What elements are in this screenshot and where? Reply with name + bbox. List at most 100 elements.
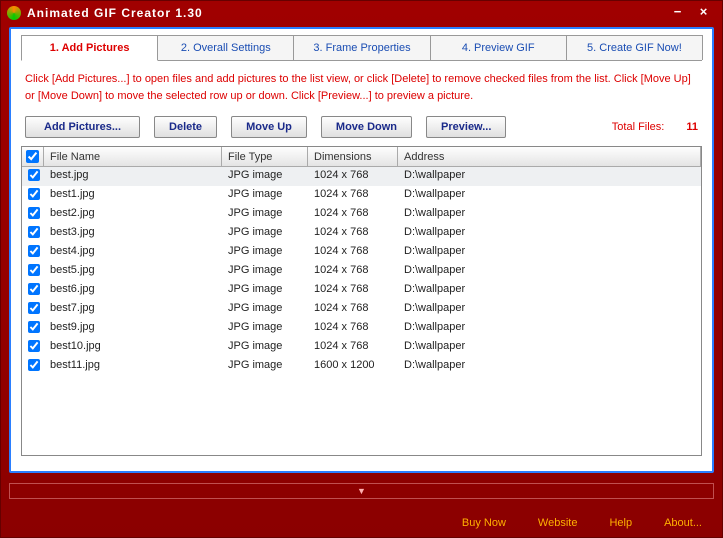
cell-filetype: JPG image [222, 301, 308, 318]
table-body: best.jpgJPG image1024 x 768D:\wallpaperb… [22, 167, 701, 455]
cell-filetype: JPG image [222, 206, 308, 223]
about-link[interactable]: About... [664, 517, 702, 529]
cell-filetype: JPG image [222, 282, 308, 299]
cell-filename: best6.jpg [44, 282, 222, 299]
table-row[interactable]: best7.jpgJPG image1024 x 768D:\wallpaper [22, 300, 701, 319]
cell-filetype: JPG image [222, 168, 308, 185]
row-checkbox[interactable] [28, 302, 40, 314]
select-all-checkbox[interactable] [26, 150, 39, 163]
title-text: Animated GIF Creator 1.30 [27, 6, 664, 20]
tab-bar: 1. Add Pictures2. Overall Settings3. Fra… [21, 35, 702, 61]
cell-filename: best11.jpg [44, 358, 222, 375]
cell-dimensions: 1024 x 768 [308, 187, 398, 204]
cell-filename: best7.jpg [44, 301, 222, 318]
header-address[interactable]: Address [398, 147, 701, 166]
cell-filetype: JPG image [222, 339, 308, 356]
row-checkbox[interactable] [28, 207, 40, 219]
row-checkbox-cell [22, 187, 44, 204]
row-checkbox-cell [22, 301, 44, 318]
cell-address: D:\wallpaper [398, 206, 701, 223]
table-row[interactable]: best11.jpgJPG image1600 x 1200D:\wallpap… [22, 357, 701, 376]
row-checkbox-cell [22, 168, 44, 185]
row-checkbox[interactable] [28, 226, 40, 238]
row-checkbox-cell [22, 225, 44, 242]
footer-links: Buy Now Website Help About... [462, 517, 702, 529]
cell-dimensions: 1024 x 768 [308, 301, 398, 318]
cell-filename: best2.jpg [44, 206, 222, 223]
table-row[interactable]: best6.jpgJPG image1024 x 768D:\wallpaper [22, 281, 701, 300]
table-row[interactable]: best5.jpgJPG image1024 x 768D:\wallpaper [22, 262, 701, 281]
row-checkbox-cell [22, 244, 44, 261]
cell-filename: best.jpg [44, 168, 222, 185]
buy-now-link[interactable]: Buy Now [462, 517, 506, 529]
cell-address: D:\wallpaper [398, 187, 701, 204]
delete-button[interactable]: Delete [154, 116, 217, 138]
cell-filename: best5.jpg [44, 263, 222, 280]
cell-dimensions: 1024 x 768 [308, 320, 398, 337]
header-filetype[interactable]: File Type [222, 147, 308, 166]
cell-filetype: JPG image [222, 225, 308, 242]
tab-3[interactable]: 4. Preview GIF [430, 35, 567, 60]
cell-filetype: JPG image [222, 320, 308, 337]
minimize-button[interactable]: − [666, 4, 690, 22]
table-header: File Name File Type Dimensions Address [22, 147, 701, 167]
table-row[interactable]: best.jpgJPG image1024 x 768D:\wallpaper [22, 167, 701, 186]
cell-filetype: JPG image [222, 263, 308, 280]
row-checkbox-cell [22, 320, 44, 337]
row-checkbox-cell [22, 339, 44, 356]
row-checkbox-cell [22, 206, 44, 223]
cell-filename: best10.jpg [44, 339, 222, 356]
tab-0[interactable]: 1. Add Pictures [21, 35, 158, 61]
file-table: File Name File Type Dimensions Address b… [21, 146, 702, 456]
tab-4[interactable]: 5. Create GIF Now! [566, 35, 703, 60]
table-row[interactable]: best3.jpgJPG image1024 x 768D:\wallpaper [22, 224, 701, 243]
app-window: Animated GIF Creator 1.30 − × 1. Add Pic… [0, 0, 723, 538]
row-checkbox[interactable] [28, 264, 40, 276]
row-checkbox[interactable] [28, 340, 40, 352]
website-link[interactable]: Website [538, 517, 578, 529]
table-row[interactable]: best9.jpgJPG image1024 x 768D:\wallpaper [22, 319, 701, 338]
add-pictures-button[interactable]: Add Pictures... [25, 116, 140, 138]
row-checkbox[interactable] [28, 283, 40, 295]
cell-filetype: JPG image [222, 244, 308, 261]
cell-dimensions: 1024 x 768 [308, 225, 398, 242]
table-row[interactable]: best10.jpgJPG image1024 x 768D:\wallpape… [22, 338, 701, 357]
instructions-text: Click [Add Pictures...] to open files an… [25, 71, 698, 104]
tab-2[interactable]: 3. Frame Properties [293, 35, 430, 60]
cell-filename: best3.jpg [44, 225, 222, 242]
tab-1[interactable]: 2. Overall Settings [157, 35, 294, 60]
row-checkbox[interactable] [28, 359, 40, 371]
cell-dimensions: 1024 x 768 [308, 339, 398, 356]
move-down-button[interactable]: Move Down [321, 116, 412, 138]
table-row[interactable]: best1.jpgJPG image1024 x 768D:\wallpaper [22, 186, 701, 205]
preview-button[interactable]: Preview... [426, 116, 506, 138]
cell-address: D:\wallpaper [398, 339, 701, 356]
header-dimensions[interactable]: Dimensions [308, 147, 398, 166]
cell-filename: best4.jpg [44, 244, 222, 261]
app-icon [7, 6, 21, 20]
header-checkbox-col[interactable] [22, 147, 44, 166]
table-row[interactable]: best4.jpgJPG image1024 x 768D:\wallpaper [22, 243, 701, 262]
row-checkbox[interactable] [28, 188, 40, 200]
header-filename[interactable]: File Name [44, 147, 222, 166]
row-checkbox-cell [22, 358, 44, 375]
expand-strip[interactable]: ▼ [9, 483, 714, 499]
close-button[interactable]: × [692, 4, 716, 22]
cell-address: D:\wallpaper [398, 225, 701, 242]
toolbar: Add Pictures... Delete Move Up Move Down… [21, 116, 702, 138]
row-checkbox[interactable] [28, 169, 40, 181]
cell-address: D:\wallpaper [398, 244, 701, 261]
cell-address: D:\wallpaper [398, 320, 701, 337]
cell-address: D:\wallpaper [398, 168, 701, 185]
total-files-count: 11 [686, 121, 698, 133]
cell-filename: best1.jpg [44, 187, 222, 204]
titlebar[interactable]: Animated GIF Creator 1.30 − × [1, 1, 722, 25]
row-checkbox[interactable] [28, 245, 40, 257]
cell-address: D:\wallpaper [398, 301, 701, 318]
row-checkbox[interactable] [28, 321, 40, 333]
cell-dimensions: 1024 x 768 [308, 263, 398, 280]
move-up-button[interactable]: Move Up [231, 116, 307, 138]
help-link[interactable]: Help [609, 517, 632, 529]
table-row[interactable]: best2.jpgJPG image1024 x 768D:\wallpaper [22, 205, 701, 224]
row-checkbox-cell [22, 263, 44, 280]
